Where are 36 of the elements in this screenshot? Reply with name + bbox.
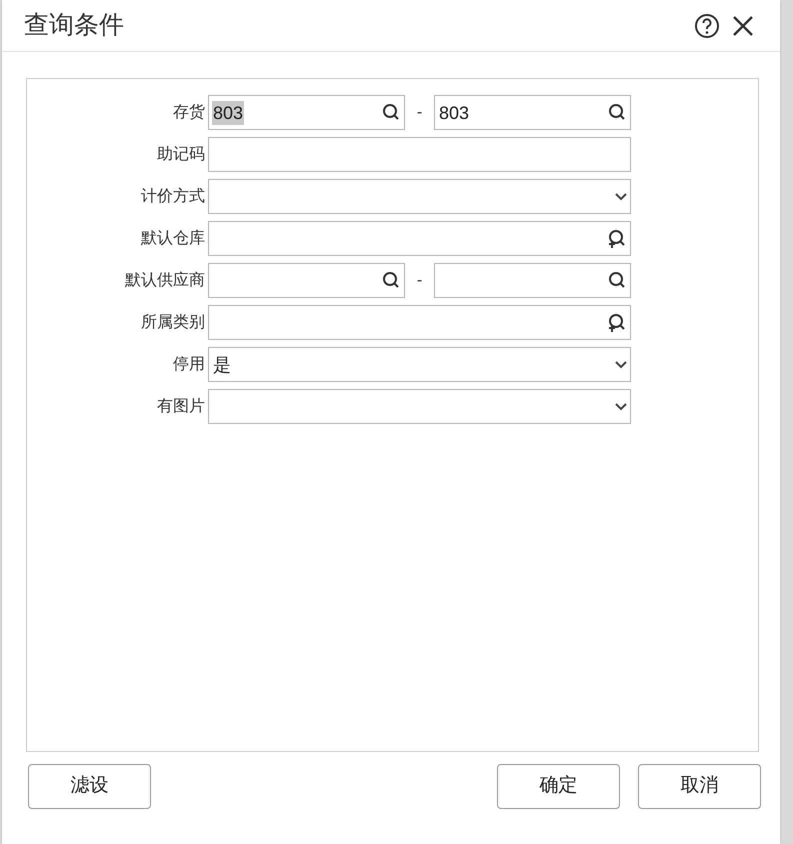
field-label: 所属类别 — [141, 312, 205, 332]
close-icon[interactable] — [732, 14, 754, 36]
help-icon[interactable] — [694, 12, 720, 38]
confirm-button[interactable]: 确定 — [497, 764, 620, 809]
field-label: 停用 — [173, 354, 205, 374]
field-label: 计价方式 — [141, 186, 205, 206]
lookup-field[interactable] — [208, 221, 631, 256]
filter-settings-button[interactable]: 滤设 — [28, 764, 151, 809]
search-icon[interactable] — [381, 102, 401, 122]
dropdown-field[interactable] — [208, 389, 631, 424]
field-label: 默认仓库 — [141, 228, 205, 248]
search-plus-icon[interactable] — [607, 228, 627, 248]
range-end-field[interactable]: 803 — [434, 95, 631, 130]
range-separator: - — [416, 270, 424, 290]
chevron-down-icon[interactable] — [615, 402, 627, 410]
field-label: 有图片 — [157, 396, 205, 416]
field-value: 803 — [212, 100, 244, 124]
range-separator: - — [416, 102, 424, 122]
field-label: 助记码 — [157, 144, 205, 164]
field-label: 默认供应商 — [125, 270, 205, 290]
chevron-down-icon[interactable] — [615, 360, 627, 368]
range-start-field[interactable]: 803 — [208, 95, 405, 130]
range-start-field[interactable] — [208, 263, 405, 298]
search-icon[interactable] — [381, 270, 401, 290]
search-icon[interactable] — [607, 270, 627, 290]
range-end-field[interactable] — [434, 263, 631, 298]
dropdown-field[interactable]: 是 — [208, 347, 631, 382]
search-icon[interactable] — [607, 102, 627, 122]
dropdown-field[interactable] — [208, 179, 631, 214]
search-plus-icon[interactable] — [607, 312, 627, 332]
field-label: 存货 — [173, 102, 205, 122]
lookup-field[interactable] — [208, 305, 631, 340]
text-field[interactable] — [208, 137, 631, 172]
window-title: 查询条件 — [24, 10, 125, 41]
cancel-button[interactable]: 取消 — [638, 764, 761, 809]
chevron-down-icon[interactable] — [615, 192, 627, 200]
